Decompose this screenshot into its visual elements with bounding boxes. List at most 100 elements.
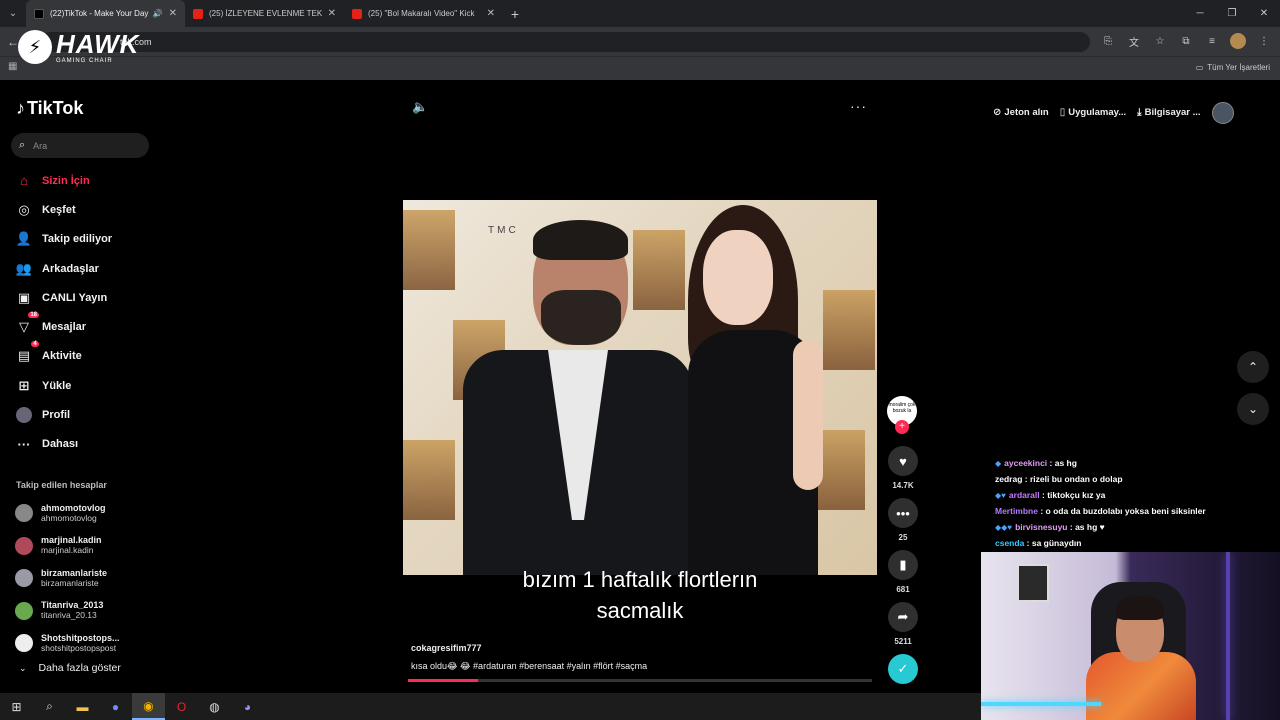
nav-item-following[interactable]: 👤 Takip ediliyor — [15, 225, 112, 254]
nav-item-more[interactable]: ··· Dahası — [15, 430, 112, 459]
like-button[interactable]: ♥ 14.7K — [888, 446, 918, 490]
new-tab-button[interactable]: + — [503, 0, 527, 27]
cast-icon[interactable]: ⎘ — [1100, 33, 1116, 49]
video-author[interactable]: cokagresifim777 — [411, 643, 482, 653]
follow-plus-icon[interactable]: + — [895, 420, 909, 434]
apps-grid-icon[interactable]: ▦ — [8, 61, 17, 72]
creator-avatar[interactable]: moralim çok bozuk la + — [887, 396, 917, 434]
windows-taskbar: ⊞ ⌕ ▬ ● ◉ O ◍ ◕ — [0, 693, 981, 720]
get-coins-button[interactable]: ⊘ Jeton alın — [993, 107, 1049, 118]
more-icon: ··· — [17, 436, 31, 452]
chevron-down-icon: ⌄ — [19, 662, 27, 673]
video-player[interactable]: TMC TMC — [403, 200, 877, 575]
save-button[interactable]: ▮ 681 — [888, 550, 918, 594]
app-icon[interactable]: ● — [99, 693, 132, 720]
close-tab-icon[interactable]: ✕ — [169, 8, 177, 19]
browser-tabbar: ⌄ (22)TikTok - Make Your Day 🔊 ✕ (25) İZ… — [0, 0, 1280, 27]
subtitle-line: bızım 1 haftalık flortlerın — [522, 567, 758, 592]
streamer-webcam — [981, 552, 1280, 720]
friends-icon: 👥 — [15, 260, 33, 276]
next-video-button[interactable]: ⌄ — [1237, 393, 1269, 425]
media-icon[interactable]: ≡ — [1204, 33, 1220, 49]
all-bookmarks-label: Tüm Yer İşaretleri — [1207, 63, 1270, 72]
translate-icon[interactable]: 文 — [1126, 33, 1142, 49]
like-count: 14.7K — [892, 481, 914, 490]
browser-tab-youtube-1[interactable]: (25) İZLEYENE EVLENME TEKLİF ✕ — [185, 0, 344, 27]
compass-icon: ◎ — [18, 201, 30, 217]
comment-button[interactable]: ••• 25 — [888, 498, 918, 542]
opera-icon[interactable]: O — [165, 693, 198, 720]
following-item[interactable]: Titanriva_2013 titanriva_20.13 — [15, 595, 120, 628]
volume-icon[interactable]: 🔈 — [412, 99, 428, 115]
restore-icon[interactable]: ❐ — [1216, 0, 1248, 27]
tiktok-sidenav: ⌂ Sizin İçin ◎ Keşfet 👤 Takip ediliyor 👥… — [15, 166, 112, 459]
home-icon: ⌂ — [20, 173, 28, 189]
avatar — [15, 504, 33, 523]
get-coins-label: Jeton alın — [1004, 107, 1049, 118]
following-list: ahmomotovlog ahmomotovlog marjinal.kadin m… — [15, 497, 120, 660]
following-item[interactable]: marjinal.kadin marjinal.kadin — [15, 530, 120, 563]
profile-avatar[interactable] — [1230, 33, 1246, 49]
following-item[interactable]: birzamanlariste birzamanlariste — [15, 562, 120, 595]
comment-icon: ••• — [888, 498, 918, 528]
coin-icon: ⊘ — [993, 107, 1002, 118]
chat-message: zedrag : rizeli bu ondan o dolap — [995, 474, 1123, 484]
star-icon[interactable]: ☆ — [1152, 33, 1168, 49]
browser-tab-youtube-2[interactable]: (25) "Bol Makaralı Video" Kick ✕ — [344, 0, 503, 27]
badge-icon: ◆♥ — [995, 490, 1006, 500]
man-beard — [541, 290, 621, 345]
show-more-button[interactable]: ⌄ Daha fazla göster — [19, 662, 121, 674]
close-window-icon[interactable]: ✕ — [1248, 0, 1280, 27]
user-avatar[interactable] — [1211, 101, 1234, 124]
nav-item-for-you[interactable]: ⌂ Sizin İçin — [15, 166, 112, 195]
minimize-icon[interactable]: ─ — [1184, 0, 1216, 27]
previous-video-button[interactable]: ⌃ — [1237, 351, 1269, 383]
video-progress-bar[interactable] — [408, 679, 872, 682]
nav-item-explore[interactable]: ◎ Keşfet — [15, 195, 112, 224]
nav-item-live[interactable]: ▣ CANLI Yayın — [15, 283, 112, 312]
check-button[interactable]: ✓ — [888, 654, 918, 684]
all-bookmarks-button[interactable]: ▭ Tüm Yer İşaretleri — [1196, 63, 1270, 72]
menu-icon[interactable]: ⋮ — [1256, 33, 1272, 49]
following-item[interactable]: Shotshitpostops... shotshitpostopspost — [15, 627, 120, 660]
folder-icon: ▭ — [1195, 63, 1204, 72]
browser-tab-tiktok[interactable]: (22)TikTok - Make Your Day 🔊 ✕ — [26, 0, 185, 27]
following-name: ahmomotovlog — [41, 512, 97, 523]
nav-item-upload[interactable]: ⊞ Yükle — [15, 371, 112, 400]
desktop-app-button[interactable]: ⤓ Bilgisayar ... — [1137, 107, 1200, 118]
address-icons: ⎘ 文 ☆ ⧉ ≡ ⋮ — [1100, 33, 1272, 49]
share-button[interactable]: ➦ 5211 — [888, 602, 918, 646]
get-app-button[interactable]: ▯ Uygulamay... — [1060, 107, 1126, 118]
nav-item-profile[interactable]: Profil — [15, 400, 112, 429]
close-tab-icon[interactable]: ✕ — [328, 8, 336, 19]
nav-label: CANLI Yayın — [42, 291, 108, 304]
video-progress-fill — [408, 679, 478, 682]
extensions-icon[interactable]: ⧉ — [1178, 33, 1194, 49]
badge-icon: ◆ — [995, 458, 1002, 468]
tab-search-icon[interactable]: ⌄ — [0, 0, 26, 27]
nav-item-messages[interactable]: ▽ 18 Mesajlar — [15, 312, 112, 341]
more-options-icon[interactable]: ··· — [850, 98, 867, 114]
tiktok-logo[interactable]: ♪ TikTok — [16, 98, 83, 119]
game-app-icon[interactable]: ◍ — [198, 693, 231, 720]
discord-icon[interactable]: ◕ — [231, 693, 264, 720]
nav-item-friends[interactable]: 👥 Arkadaşlar — [15, 254, 112, 283]
tab-title: (25) İZLEYENE EVLENME TEKLİF — [209, 9, 322, 18]
file-explorer-icon[interactable]: ▬ — [66, 693, 99, 720]
search-input[interactable]: ⌕ Ara — [11, 133, 149, 158]
messages-badge: 18 — [28, 312, 39, 319]
chat-text: rizeli bu ondan o dolap — [1029, 474, 1123, 484]
speaker-icon[interactable]: 🔊 — [153, 9, 163, 18]
url-field[interactable]: tok.com — [40, 32, 1090, 52]
windows-start-icon[interactable]: ⊞ — [0, 693, 33, 720]
following-item[interactable]: ahmomotovlog ahmomotovlog — [15, 497, 120, 530]
neon-light — [1226, 552, 1230, 720]
video-subtitle: bızım 1 haftalık flortlerın sacmalık — [403, 564, 877, 626]
close-tab-icon[interactable]: ✕ — [487, 8, 495, 19]
search-icon[interactable]: ⌕ — [33, 693, 66, 720]
chat-user: ayceekinci — [1004, 458, 1048, 468]
subtitle-line: sacmalık — [596, 598, 684, 623]
download-icon: ⤓ — [1137, 107, 1142, 118]
nav-item-activity[interactable]: ▤ 4 Aktivite — [15, 341, 112, 371]
chrome-icon[interactable]: ◉ — [132, 693, 165, 720]
